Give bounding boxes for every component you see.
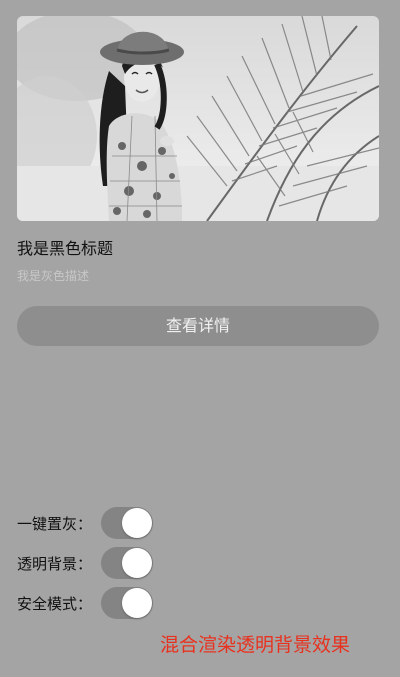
switch-knob bbox=[122, 548, 152, 578]
switch-knob bbox=[122, 588, 152, 618]
grayscale-label: 一键置灰： bbox=[17, 514, 93, 533]
card-photo bbox=[17, 16, 379, 221]
safe-mode-label: 安全模式： bbox=[17, 594, 93, 613]
toggle-row-grayscale: 一键置灰： bbox=[17, 507, 153, 539]
safe-mode-switch[interactable] bbox=[101, 587, 153, 619]
transparent-background-switch[interactable] bbox=[101, 547, 153, 579]
transparent-background-label: 透明背景： bbox=[17, 554, 93, 573]
effect-caption: 混合渲染透明背景效果 bbox=[160, 634, 351, 656]
toggle-row-safe-mode: 安全模式： bbox=[17, 587, 153, 619]
card-description: 我是灰色描述 bbox=[17, 269, 90, 283]
switch-knob bbox=[122, 508, 152, 538]
card-title: 我是黑色标题 bbox=[17, 239, 114, 258]
view-details-button[interactable]: 查看详情 bbox=[17, 306, 379, 346]
grayscale-switch[interactable] bbox=[101, 507, 153, 539]
toggle-row-transparent-background: 透明背景： bbox=[17, 547, 153, 579]
